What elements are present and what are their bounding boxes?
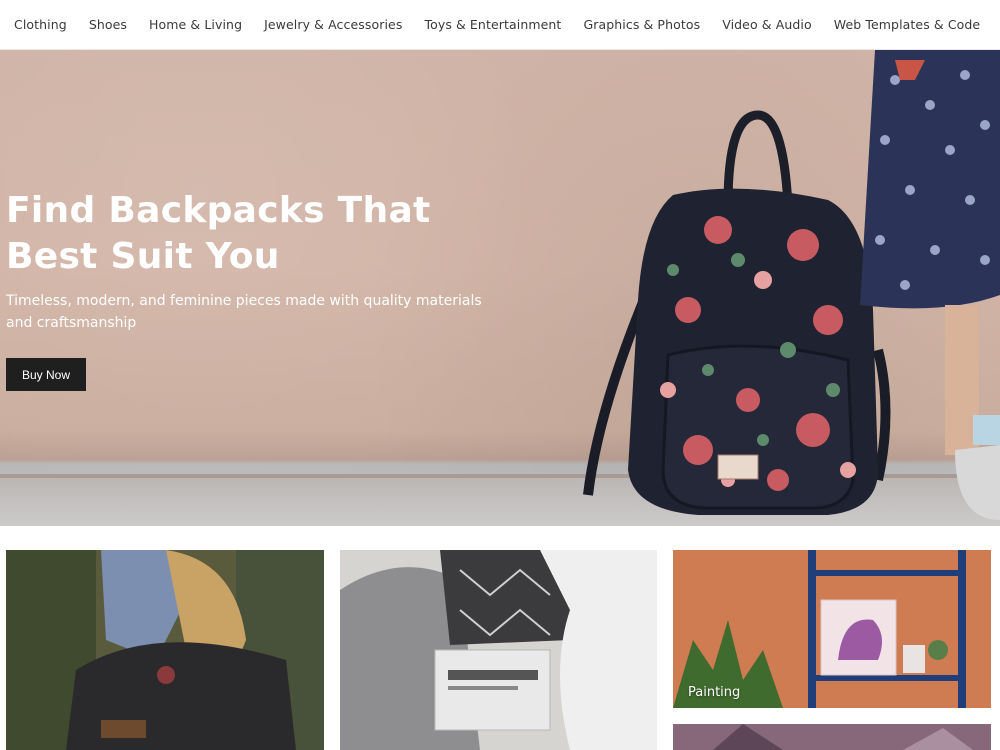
nav-item-video-audio[interactable]: Video & Audio xyxy=(722,17,812,32)
category-tile-2[interactable] xyxy=(340,550,657,750)
nav-item-shoes[interactable]: Shoes xyxy=(89,17,127,32)
buy-now-button[interactable]: Buy Now xyxy=(6,358,86,391)
category-tile-1[interactable] xyxy=(6,550,324,750)
category-tile-painting[interactable]: Painting xyxy=(673,550,991,708)
tile-3-label: Painting xyxy=(688,685,741,700)
category-tile-4[interactable] xyxy=(673,724,991,750)
backpack-image xyxy=(583,110,891,516)
tile-1-image xyxy=(6,550,324,750)
hero-subtitle: Timeless, modern, and feminine pieces ma… xyxy=(6,293,482,331)
hero-banner: Find Backpacks That Best Suit You Timele… xyxy=(0,50,1000,526)
tile-2-image xyxy=(340,550,657,750)
nav-item-jewelry-accessories[interactable]: Jewelry & Accessories xyxy=(264,17,402,32)
tile-4-image xyxy=(673,724,991,750)
hero-title: Find Backpacks That Best Suit You xyxy=(6,190,431,277)
nav-item-toys-entertainment[interactable]: Toys & Entertainment xyxy=(424,17,561,32)
nav-item-web-templates-code[interactable]: Web Templates & Code xyxy=(834,17,980,32)
category-nav: Clothing Shoes Home & Living Jewelry & A… xyxy=(0,0,1000,50)
person-image xyxy=(860,50,1000,520)
nav-item-home-living[interactable]: Home & Living xyxy=(149,17,242,32)
nav-item-clothing[interactable]: Clothing xyxy=(14,17,67,32)
nav-item-graphics-photos[interactable]: Graphics & Photos xyxy=(583,17,700,32)
